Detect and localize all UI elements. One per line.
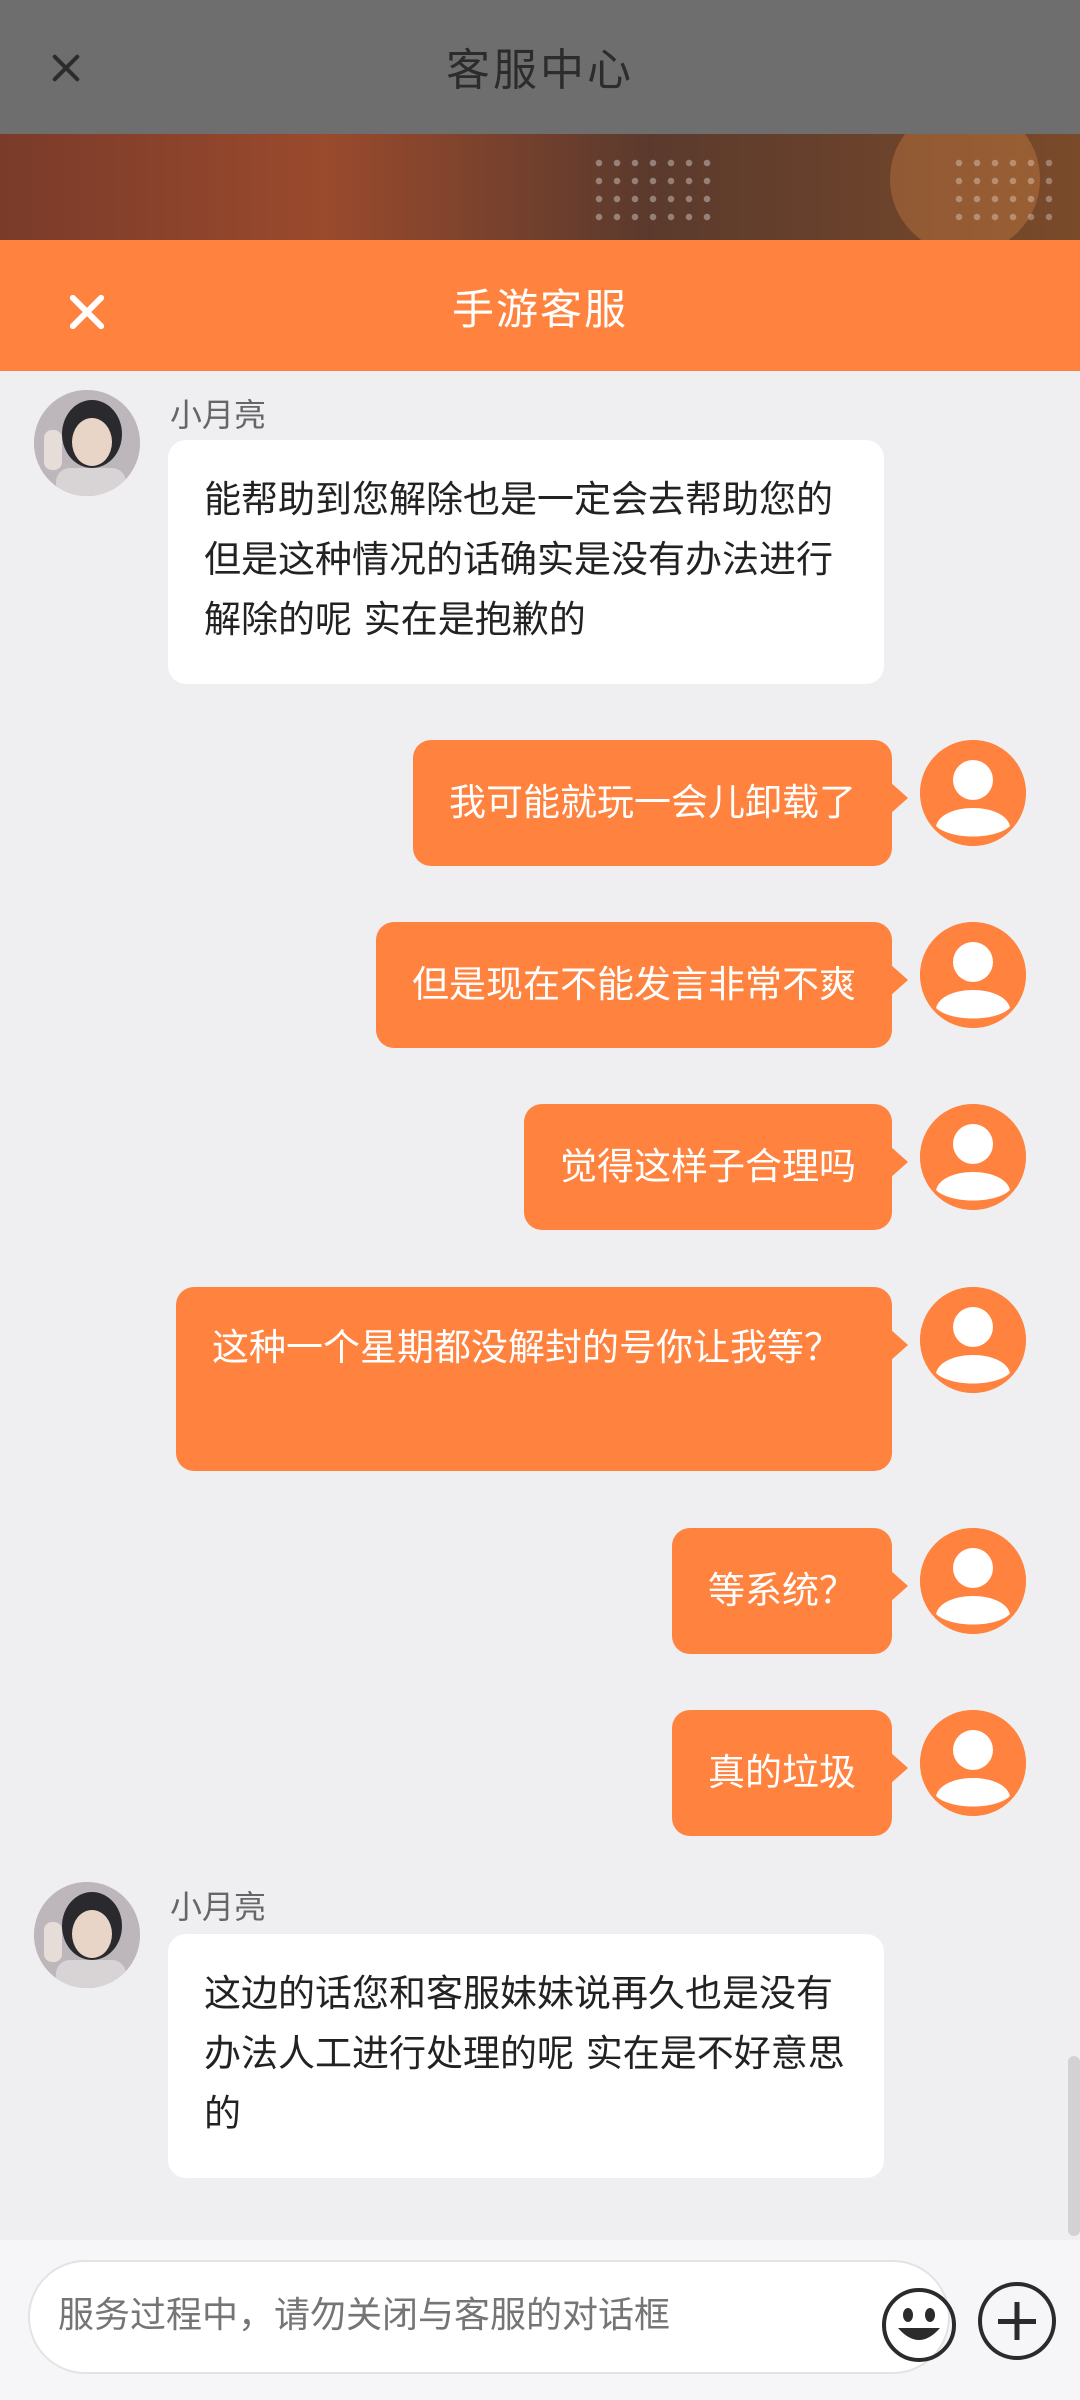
plus-circle-icon[interactable] — [976, 2280, 1058, 2362]
chat-title: 手游客服 — [451, 285, 628, 334]
banner-dots — [590, 154, 720, 224]
smiley-face-icon[interactable] — [880, 2286, 958, 2364]
agent-name: 小月亮 — [170, 1888, 267, 1926]
agent-avatar — [34, 1882, 140, 1988]
user-message-bubble: 我可能就玩一会儿卸载了 — [413, 740, 908, 866]
default-user-icon — [920, 740, 1026, 846]
scrollbar[interactable] — [1068, 2056, 1080, 2236]
user-message-bubble: 这种一个星期都没解封的号你让我等？ — [176, 1287, 908, 1471]
default-user-icon — [920, 1528, 1026, 1634]
close-icon[interactable] — [60, 285, 114, 339]
agent-message-bubble: 能帮助到您解除也是一定会去帮助您的 但是这种情况的话确实是没有办法进行解除的呢 … — [168, 440, 884, 684]
input-bar — [0, 2240, 1080, 2400]
banner-dots — [950, 154, 1060, 224]
agent-message-bubble: 这边的话您和客服妹妹说再久也是没有办法人工进行处理的呢 实在是不好意思的 — [168, 1934, 884, 2178]
default-user-icon — [920, 1287, 1026, 1393]
agent-avatar — [34, 390, 140, 496]
message-input-container[interactable] — [28, 2260, 956, 2374]
default-user-icon — [920, 1104, 1026, 1210]
user-message-bubble: 真的垃圾 — [672, 1710, 908, 1836]
user-message-bubble: 觉得这样子合理吗 — [524, 1104, 908, 1230]
chat-header: 手游客服 — [0, 240, 1080, 371]
default-user-icon — [920, 1710, 1026, 1816]
agent-name: 小月亮 — [170, 396, 267, 434]
default-user-icon — [920, 922, 1026, 1028]
background-page-title: 客服中心 — [446, 45, 634, 96]
message-input[interactable] — [56, 2294, 840, 2337]
background-header: 客服中心 — [0, 0, 1080, 134]
user-message-bubble: 但是现在不能发言非常不爽 — [376, 922, 908, 1048]
background-banner — [0, 134, 1080, 240]
user-message-bubble: 等系统？ — [672, 1528, 908, 1654]
